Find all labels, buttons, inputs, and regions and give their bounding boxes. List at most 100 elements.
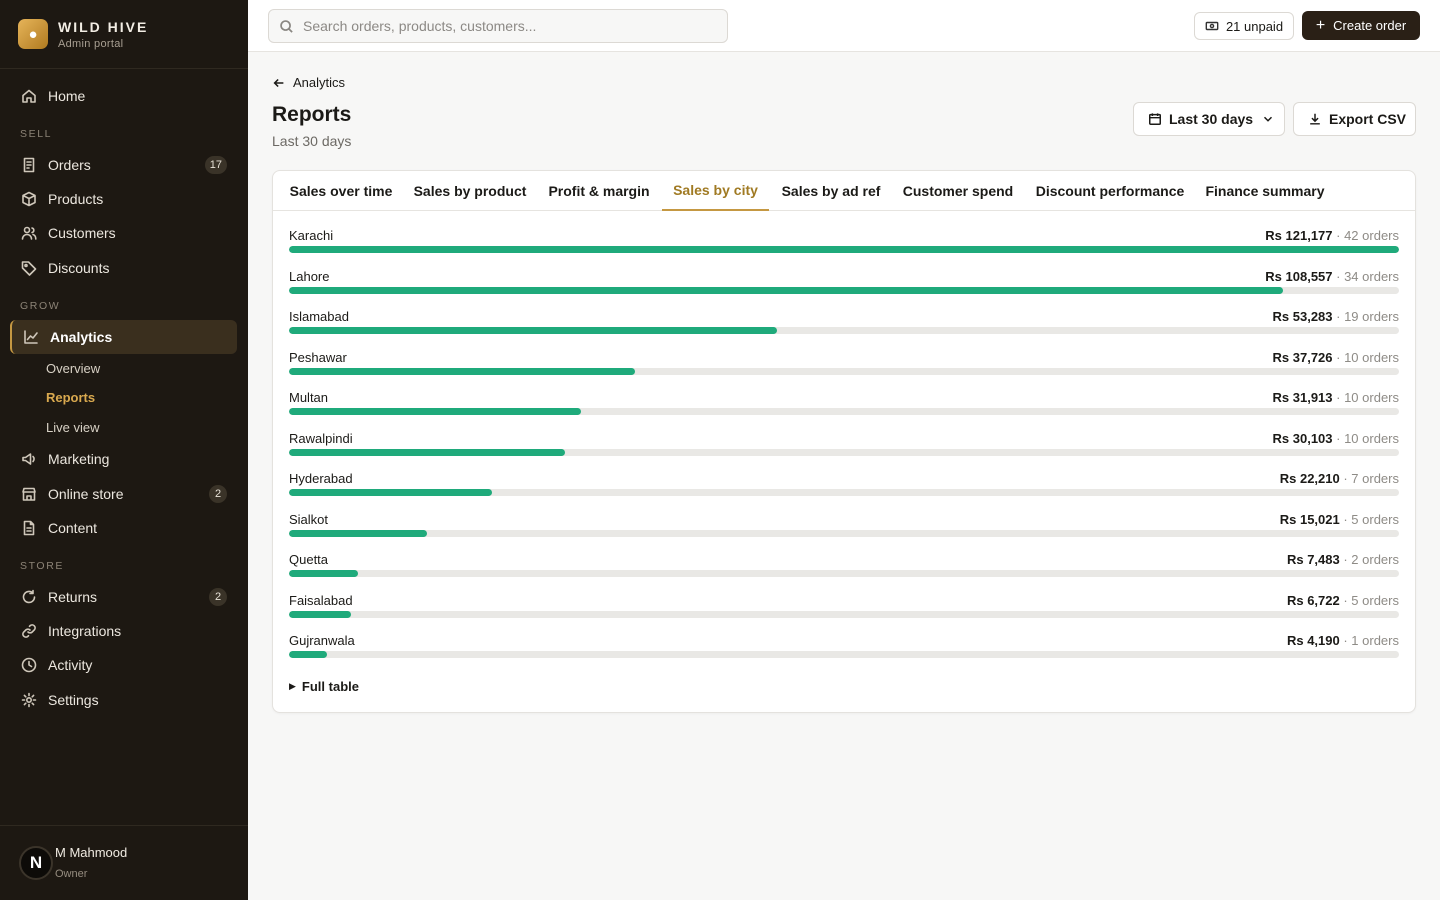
sidebar-item-label: Content	[48, 520, 98, 536]
brand-name: WILD HIVE	[58, 18, 149, 35]
unpaid-label: 21 unpaid	[1225, 18, 1284, 34]
tab-sales-by-city[interactable]: Sales by city	[662, 171, 769, 211]
bar-track	[289, 449, 1399, 456]
megaphone-icon	[20, 450, 38, 468]
sidebar-item-settings[interactable]: Settings	[10, 683, 237, 717]
city-metric: Rs 6,722 · 5 orders	[1287, 593, 1399, 608]
separator-dot: ·	[1332, 228, 1345, 243]
sidebar-item-marketing[interactable]: Marketing	[10, 442, 237, 476]
sidebar-item-label: Integrations	[48, 623, 122, 639]
line-chart-icon	[22, 328, 40, 346]
bar-fill	[289, 368, 635, 375]
users-icon	[20, 224, 38, 242]
tab-sales-by-product[interactable]: Sales by product	[406, 171, 534, 211]
tab-profit-margin[interactable]: Profit & margin	[541, 171, 657, 211]
sidebar-item-content[interactable]: Content	[10, 511, 237, 545]
sidebar-subitem-reports[interactable]: Reports	[46, 390, 95, 405]
city-row: Gujranwala Rs 4,190 · 1 orders	[289, 633, 1399, 673]
city-orders: 10 orders	[1344, 390, 1399, 405]
bar-fill	[289, 570, 358, 577]
city-orders: 10 orders	[1344, 431, 1399, 446]
sidebar-item-activity[interactable]: Activity	[10, 648, 237, 682]
bar-track	[289, 327, 1399, 334]
user-profile[interactable]: N M Mahmood Owner	[0, 825, 248, 900]
separator-dot: ·	[1332, 390, 1345, 405]
unpaid-orders-button[interactable]: 21 unpaid	[1194, 12, 1294, 40]
separator-dot: ·	[1332, 269, 1345, 284]
city-metric: Rs 53,283 · 19 orders	[1273, 309, 1399, 324]
city-label: Lahore	[289, 269, 330, 284]
tab-sales-over-time[interactable]: Sales over time	[279, 171, 403, 211]
separator-dot: ·	[1339, 471, 1352, 486]
separator-dot: ·	[1339, 552, 1352, 567]
caret-right-icon: ▶	[289, 681, 296, 691]
receipt-icon	[20, 156, 38, 174]
sidebar-item-home[interactable]: Home	[10, 79, 237, 113]
sidebar-item-label: Home	[48, 88, 86, 104]
page-subtitle: Last 30 days	[272, 133, 352, 149]
sidebar-item-discounts[interactable]: Discounts	[10, 251, 237, 285]
date-range-label: Last 30 days	[1169, 111, 1254, 127]
user-name: M Mahmood	[55, 845, 128, 860]
sidebar-item-orders[interactable]: Orders 17	[10, 148, 237, 182]
tab-finance-summary[interactable]: Finance summary	[1201, 171, 1329, 211]
date-range-dropdown[interactable]: Last 30 days	[1133, 102, 1285, 136]
bar-fill	[289, 287, 1284, 294]
sidebar-item-label: Analytics	[50, 329, 113, 345]
back-link[interactable]: Analytics	[272, 75, 345, 90]
online-store-badge: 2	[209, 485, 227, 503]
city-orders: 2 orders	[1351, 552, 1399, 567]
city-revenue: Rs 31,913	[1272, 390, 1333, 405]
city-revenue: Rs 121,177	[1265, 228, 1333, 243]
bar-fill	[289, 489, 493, 496]
home-icon	[20, 87, 38, 105]
city-label: Rawalpindi	[289, 431, 353, 446]
sidebar-item-products[interactable]: Products	[10, 182, 237, 216]
user-role: Owner	[55, 868, 88, 880]
cash-icon	[1205, 21, 1219, 31]
bar-track	[289, 368, 1399, 375]
city-label: Sialkot	[289, 512, 329, 527]
arrow-left-icon	[273, 78, 284, 87]
sidebar-item-label: Products	[48, 191, 104, 207]
create-order-button[interactable]: + Create order	[1302, 11, 1420, 40]
city-row: Sialkot Rs 15,021 · 5 orders	[289, 512, 1399, 552]
bar-fill	[289, 327, 778, 334]
export-csv-button[interactable]: Export CSV	[1293, 102, 1416, 136]
city-orders: 5 orders	[1351, 593, 1399, 608]
sidebar-item-customers[interactable]: Customers	[10, 216, 237, 250]
bar-track	[289, 530, 1399, 537]
sidebar-item-returns[interactable]: Returns 2	[10, 580, 237, 614]
full-table-toggle[interactable]: ▶ Full table	[289, 679, 359, 694]
bar-track	[289, 287, 1399, 294]
city-row: Multan Rs 31,913 · 10 orders	[289, 390, 1399, 430]
sidebar-item-integrations[interactable]: Integrations	[10, 614, 237, 648]
separator-dot: ·	[1339, 633, 1352, 648]
city-label: Hyderabad	[289, 471, 353, 486]
sidebar-item-label: Online store	[48, 486, 124, 502]
sidebar-item-online-store[interactable]: Online store 2	[10, 477, 237, 511]
city-metric: Rs 7,483 · 2 orders	[1287, 552, 1399, 567]
avatar: N	[19, 846, 53, 880]
search-input[interactable]	[303, 18, 703, 34]
orders-count-badge: 17	[204, 156, 227, 174]
tab-discount-performance[interactable]: Discount performance	[1031, 171, 1189, 211]
sidebar-subitem-live-view[interactable]: Live view	[46, 420, 99, 435]
tab-customer-spend[interactable]: Customer spend	[898, 171, 1018, 211]
city-orders: 34 orders	[1344, 269, 1399, 284]
city-metric: Rs 37,726 · 10 orders	[1273, 350, 1399, 365]
tab-sales-by-ad-ref[interactable]: Sales by ad ref	[775, 171, 887, 211]
sidebar-subitem-overview[interactable]: Overview	[46, 361, 100, 376]
city-metric: Rs 15,021 · 5 orders	[1280, 512, 1399, 527]
city-orders: 5 orders	[1351, 512, 1399, 527]
top-bar: 21 unpaid + Create order	[248, 0, 1440, 52]
nav-section-store: STORE	[20, 560, 64, 572]
tag-icon	[20, 259, 38, 277]
page-title: Reports	[272, 103, 352, 126]
city-row: Rawalpindi Rs 30,103 · 10 orders	[289, 431, 1399, 471]
search-box[interactable]	[268, 9, 728, 43]
sidebar-item-analytics[interactable]: Analytics	[10, 320, 237, 354]
city-row: Quetta Rs 7,483 · 2 orders	[289, 552, 1399, 592]
export-csv-label: Export CSV	[1329, 111, 1407, 127]
city-revenue: Rs 53,283	[1272, 309, 1333, 324]
